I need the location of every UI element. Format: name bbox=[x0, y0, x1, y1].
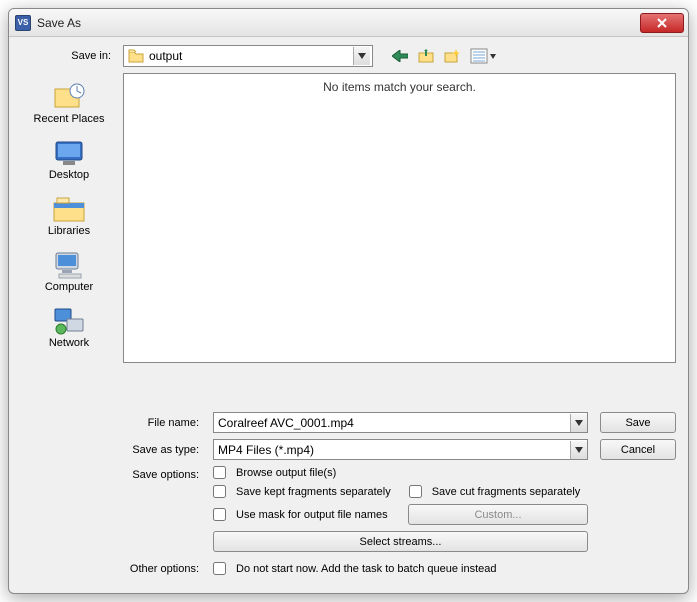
checkbox-label: Use mask for output file names bbox=[236, 509, 388, 521]
checkbox-input[interactable] bbox=[213, 508, 226, 521]
save-as-type-dropdown[interactable]: MP4 Files (*.mp4) bbox=[213, 439, 588, 460]
computer-icon bbox=[51, 249, 87, 281]
network-icon bbox=[51, 305, 87, 337]
checkbox-label: Save cut fragments separately bbox=[432, 486, 581, 498]
nav-toolbar bbox=[391, 47, 499, 65]
up-one-level-icon[interactable] bbox=[417, 47, 435, 65]
save-options-label: Save options: bbox=[21, 466, 213, 481]
save-as-type-value: MP4 Files (*.mp4) bbox=[218, 443, 570, 457]
chevron-down-icon bbox=[570, 441, 587, 459]
save-in-label: Save in: bbox=[21, 50, 117, 62]
place-desktop[interactable]: Desktop bbox=[25, 133, 113, 189]
select-streams-button[interactable]: Select streams... bbox=[213, 531, 588, 552]
desktop-icon bbox=[51, 137, 87, 169]
place-network[interactable]: Network bbox=[25, 301, 113, 357]
window-title: Save As bbox=[37, 16, 640, 30]
save-in-dropdown[interactable]: output bbox=[123, 45, 373, 67]
back-icon[interactable] bbox=[391, 47, 409, 65]
save-as-dialog: VS Save As Save in: output bbox=[8, 8, 689, 594]
file-name-label: File name: bbox=[21, 417, 213, 429]
checkbox-label: Save kept fragments separately bbox=[236, 486, 391, 498]
recent-places-icon bbox=[51, 81, 87, 113]
view-menu-icon[interactable] bbox=[469, 47, 499, 65]
empty-message: No items match your search. bbox=[323, 80, 476, 362]
chevron-down-icon bbox=[570, 414, 587, 432]
chevron-down-icon bbox=[353, 47, 370, 65]
custom-mask-button: Custom... bbox=[408, 504, 588, 525]
place-label: Network bbox=[49, 337, 89, 349]
use-mask-checkbox[interactable]: Use mask for output file names bbox=[213, 508, 396, 521]
place-label: Computer bbox=[45, 281, 93, 293]
checkbox-label: Do not start now. Add the task to batch … bbox=[236, 563, 497, 575]
place-libraries[interactable]: Libraries bbox=[25, 189, 113, 245]
libraries-icon bbox=[51, 193, 87, 225]
browse-output-checkbox[interactable]: Browse output file(s) bbox=[213, 466, 588, 479]
checkbox-label: Browse output file(s) bbox=[236, 467, 336, 479]
save-in-value: output bbox=[149, 49, 353, 63]
app-icon: VS bbox=[15, 15, 31, 31]
save-as-type-label: Save as type: bbox=[21, 444, 213, 456]
places-bar: Recent Places Desktop bbox=[21, 73, 117, 402]
other-options-label: Other options: bbox=[21, 563, 213, 575]
checkbox-input[interactable] bbox=[213, 562, 226, 575]
checkbox-input[interactable] bbox=[409, 485, 422, 498]
checkbox-input[interactable] bbox=[213, 466, 226, 479]
file-name-field[interactable]: Coralreef AVC_0001.mp4 bbox=[213, 412, 588, 433]
save-kept-fragments-checkbox[interactable]: Save kept fragments separately bbox=[213, 485, 391, 498]
place-recent-places[interactable]: Recent Places bbox=[25, 77, 113, 133]
batch-queue-checkbox[interactable]: Do not start now. Add the task to batch … bbox=[213, 562, 588, 575]
place-computer[interactable]: Computer bbox=[25, 245, 113, 301]
new-folder-icon[interactable] bbox=[443, 47, 461, 65]
save-button[interactable]: Save bbox=[600, 412, 676, 433]
cancel-button[interactable]: Cancel bbox=[600, 439, 676, 460]
close-button[interactable] bbox=[640, 13, 684, 33]
file-name-value: Coralreef AVC_0001.mp4 bbox=[218, 416, 570, 430]
titlebar: VS Save As bbox=[9, 9, 688, 37]
place-label: Recent Places bbox=[34, 113, 105, 125]
checkbox-input[interactable] bbox=[213, 485, 226, 498]
folder-icon bbox=[128, 49, 144, 63]
file-list-pane[interactable]: No items match your search. bbox=[123, 73, 676, 363]
close-icon bbox=[657, 18, 667, 28]
save-cut-fragments-checkbox[interactable]: Save cut fragments separately bbox=[409, 485, 581, 498]
place-label: Desktop bbox=[49, 169, 89, 181]
place-label: Libraries bbox=[48, 225, 90, 237]
